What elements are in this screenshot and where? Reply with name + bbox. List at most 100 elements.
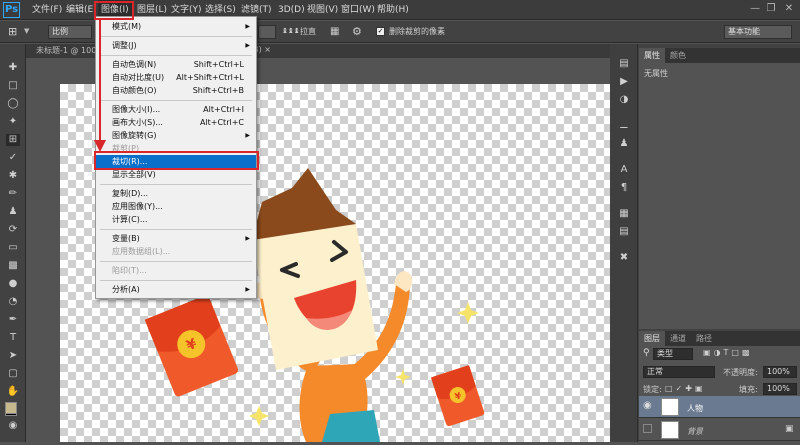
background-color-swatch[interactable] [5,402,17,414]
paragraph-icon[interactable]: ¶ [618,182,630,194]
workspace-select[interactable]: 基本功能 [724,25,792,39]
brush-tool-icon[interactable]: ✏ [6,188,20,200]
adjustments-icon[interactable]: ◑ [618,94,630,106]
menu-item-auto-color[interactable]: 自动颜色(O) Shift+Ctrl+B [96,84,256,97]
menu-item-auto-contrast[interactable]: 自动对比度(U) Alt+Shift+Ctrl+L [96,71,256,84]
submenu-arrow-icon: ▶ [245,42,250,49]
menu-item-duplicate[interactable]: 复制(D)... [96,187,256,200]
layer-thumbnail [661,421,679,439]
magic-wand-icon[interactable]: ✦ [6,116,20,128]
clear-button[interactable] [258,25,276,39]
search-icon: ⚲ [643,348,650,358]
crop-tool-icon[interactable]: ⊞ [6,134,20,146]
red-envelope-left: ¥ [144,294,239,397]
layer-name[interactable]: 人物 [687,403,703,414]
visibility-toggle[interactable] [643,424,652,433]
menu-item-mode[interactable]: 模式(M) ▶ [96,20,256,33]
layer-filter-select[interactable]: 类型 [653,348,693,360]
fill-label: 填充: [739,385,758,394]
menu-item-canvas-size[interactable]: 画布大小(S)... Alt+Ctrl+C [96,116,256,129]
menu-item-image-rotation[interactable]: 图像旋转(G) ▶ [96,129,256,142]
menu-3d[interactable]: 3D(D) [278,0,305,20]
tab-channels[interactable]: 通道 [665,331,691,346]
actions-icon[interactable]: ▶ [618,76,630,88]
chevron-down-icon[interactable]: ▼ [24,27,29,35]
menu-item-auto-tone[interactable]: 自动色调(N) Shift+Ctrl+L [96,58,256,71]
layer-row-background[interactable]: 背景 ▣ [639,419,800,441]
close-icon[interactable]: ✕ [782,2,796,16]
minimize-icon[interactable]: — [748,2,762,16]
layer-filter-icons[interactable]: ▣◑T□▩ [703,348,753,357]
menu-item-variables[interactable]: 变量(B) ▶ [96,232,256,245]
menu-item-apply-image[interactable]: 应用图像(Y)... [96,200,256,213]
fill-input[interactable]: 100% [763,383,797,395]
tab-paths[interactable]: 路径 [691,331,717,346]
path-selection-icon[interactable]: ➤ [6,350,20,362]
history-brush-icon[interactable]: ⟳ [6,224,20,236]
shape-tool-icon[interactable]: ▢ [6,368,20,380]
tab-properties[interactable]: 属性 [639,48,665,63]
tab-layers[interactable]: 图层 [639,331,665,346]
menu-view[interactable]: 视图(V) [307,0,338,20]
menu-window[interactable]: 窗口(W) [341,0,375,20]
layer-row-character[interactable]: ◉ 人物 [639,396,800,418]
delete-cropped-checkbox[interactable]: ✓ [376,27,385,36]
eraser-icon[interactable]: ▭ [6,242,20,254]
ratio-select[interactable]: 比例 [48,25,92,39]
delete-cropped-label[interactable]: 删除裁剪的像素 [389,21,445,43]
menu-item-calculations[interactable]: 计算(C)... [96,213,256,226]
submenu-arrow-icon: ▶ [245,23,250,30]
blend-mode-select[interactable]: 正常 [643,366,715,378]
straighten-icon[interactable]: ↨↨↨ [282,27,300,35]
character-icon[interactable]: A [618,164,630,176]
move-tool-icon[interactable]: ✚ [6,62,20,74]
healing-brush-icon[interactable]: ✱ [6,170,20,182]
annotation-box-trim [94,151,259,170]
overlay-grid-icon[interactable]: ▦ [330,26,339,37]
layer-name[interactable]: 背景 [687,426,703,437]
gradient-tool-icon[interactable]: ▩ [6,260,20,272]
menu-edit[interactable]: 编辑(E) [66,0,97,20]
crop-tool-icon[interactable]: ⊞ [8,25,17,38]
opacity-input[interactable]: 100% [763,366,797,378]
menu-item-trap: 陷印(T)... [112,266,147,275]
no-properties-text: 无属性 [644,69,668,78]
right-panel: ▤ ▶ ◑ ⚊ ♟ A ¶ ▦ ▤ ✖ 属性 颜色 无属性 图层 通道 路径 ⚲… [610,44,800,442]
eye-icon[interactable]: ◉ [643,400,652,411]
menu-separator [100,100,252,101]
hand-tool-icon[interactable]: ✋ [6,386,20,398]
type-tool-icon[interactable]: T [6,332,20,344]
menu-item-image-size[interactable]: 图像大小(I)... Alt+Ctrl+I [96,103,256,116]
lasso-tool-icon[interactable]: ◯ [6,98,20,110]
gear-icon[interactable]: ⚙ [352,25,362,38]
menu-separator [100,280,252,281]
menu-separator [100,261,252,262]
menu-help[interactable]: 帮助(H) [377,0,409,20]
blur-tool-icon[interactable]: ● [6,278,20,290]
brush-preset-icon[interactable]: ⚊ [618,120,630,132]
annotation-arrow [94,20,106,152]
layer-thumbnail [661,398,679,416]
restore-icon[interactable]: ❐ [764,2,778,16]
navigator-icon[interactable]: ▤ [618,226,630,238]
layer-comps-icon[interactable]: ▦ [618,208,630,220]
clone-source-icon[interactable]: ♟ [618,138,630,150]
marquee-tool-icon[interactable]: □ [6,80,20,92]
clone-stamp-icon[interactable]: ♟ [6,206,20,218]
menu-file[interactable]: 文件(F) [32,0,62,20]
pen-tool-icon[interactable]: ✒ [6,314,20,326]
sparkle [457,302,479,324]
properties-panel-body: 无属性 [639,63,800,329]
dodge-tool-icon[interactable]: ◔ [6,296,20,308]
tools-close-icon[interactable]: ✖ [618,252,630,264]
straighten-label[interactable]: 拉直 [300,21,316,43]
menu-item-adjustments[interactable]: 调整(J) ▶ [96,39,256,52]
lock-label: 锁定: [643,385,662,394]
eyedropper-icon[interactable]: ✓ [6,152,20,164]
lock-icons[interactable]: □✓✚▣ [665,384,706,393]
menu-item-analysis[interactable]: 分析(A) ▶ [96,283,256,296]
history-icon[interactable]: ▤ [618,58,630,70]
tab-color[interactable]: 颜色 [665,48,691,63]
quick-mask-icon[interactable]: ◉ [6,420,20,432]
submenu-arrow-icon: ▶ [245,132,250,139]
